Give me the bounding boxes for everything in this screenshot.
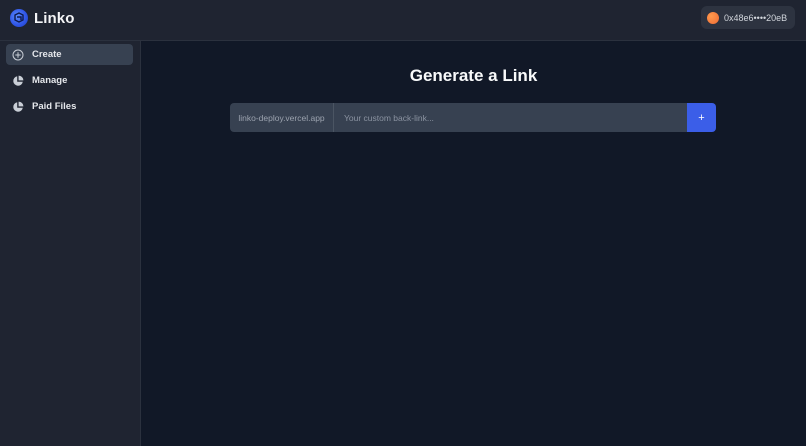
wallet-address: 0x48e6••••20eB (724, 12, 788, 23)
linko-logo-icon (10, 9, 28, 27)
brand-name: Linko (34, 9, 75, 27)
plus-circle-icon (12, 49, 24, 61)
link-form: linko-deploy.vercel.app + (230, 103, 716, 132)
page-title: Generate a Link (409, 66, 538, 85)
sidebar-item-label: Create (32, 49, 62, 60)
sidebar-item-manage[interactable]: Manage (6, 70, 133, 91)
add-link-button[interactable]: + (687, 103, 716, 132)
sidebar-item-paid-files[interactable]: Paid Files (6, 96, 133, 117)
main-content: Generate a Link linko-deploy.vercel.app … (141, 41, 806, 446)
pie-chart-icon (12, 101, 24, 113)
domain-prefix: linko-deploy.vercel.app (230, 103, 334, 132)
sidebar: Create Manage Paid Files (0, 41, 141, 446)
top-header: Linko 0x48e6••••20eB (0, 0, 806, 41)
sidebar-item-label: Manage (32, 75, 68, 86)
sidebar-item-label: Paid Files (32, 101, 77, 112)
wallet-button[interactable]: 0x48e6••••20eB (701, 6, 795, 29)
brand[interactable]: Linko (10, 8, 75, 28)
pie-chart-icon (12, 75, 24, 87)
wallet-avatar (707, 11, 719, 24)
sidebar-item-create[interactable]: Create (6, 44, 133, 65)
backlink-input[interactable] (334, 103, 687, 132)
